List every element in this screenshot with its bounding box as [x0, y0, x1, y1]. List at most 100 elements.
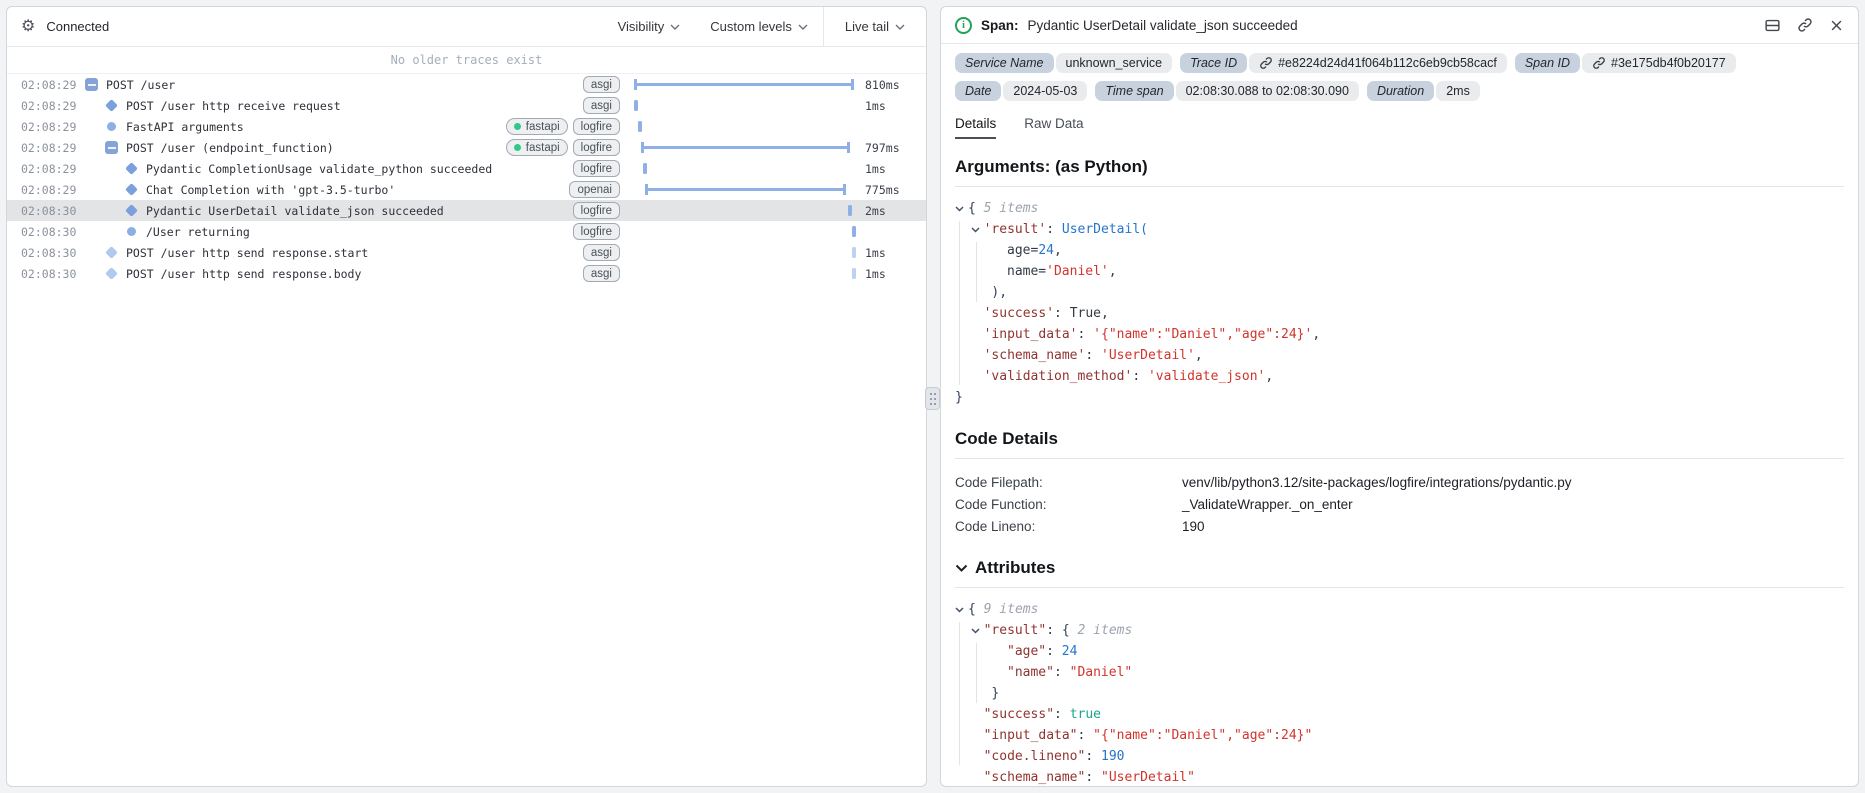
- tab-details[interactable]: Details: [955, 116, 997, 139]
- green-dot-icon: [513, 144, 521, 151]
- code-detail-label: Code Filepath:: [955, 474, 1043, 490]
- code-token: name=: [1007, 264, 1047, 279]
- code-line: age= 24,: [955, 240, 1844, 261]
- duration-tick: [851, 226, 856, 237]
- green-dot-icon: [513, 123, 521, 130]
- trace-row[interactable]: 02:08:30 POST /user http send response.st…: [7, 242, 926, 263]
- link-icon: [1593, 57, 1605, 69]
- live-tail-cell: Live tail: [822, 7, 926, 46]
- tag-label: openai: [577, 183, 612, 196]
- duration-bar: [634, 79, 854, 90]
- tag-logfire[interactable]: logfire: [572, 160, 620, 177]
- app-root: ⚙ Connected Visibility Custom levels Liv…: [0, 0, 1865, 793]
- code-token: :: [1054, 306, 1070, 321]
- settings-gear-icon[interactable]: ⚙: [21, 18, 35, 35]
- span-label: POST /user: [106, 77, 176, 92]
- tag-asgi[interactable]: asgi: [582, 97, 620, 114]
- tag-fastapi[interactable]: fastapi: [505, 139, 568, 156]
- trace-tree-cell: POST /user http send response.start: [85, 246, 368, 260]
- trace-row[interactable]: 02:08:30 Pydantic UserDetail validate_jso…: [7, 200, 926, 221]
- no-older-traces-message: No older traces exist: [7, 47, 926, 74]
- copy-link-icon[interactable]: [1797, 17, 1813, 33]
- tag-asgi[interactable]: asgi: [582, 265, 620, 282]
- code-token: 'validation_method': [983, 369, 1133, 384]
- panel-resize-handle[interactable]: [925, 387, 940, 410]
- badge-value[interactable]: #3e175db4f0b20177: [1582, 53, 1736, 73]
- collapse-caret-icon[interactable]: [955, 205, 968, 212]
- info-circle-icon: i: [955, 16, 972, 34]
- code-token: :: [1046, 623, 1062, 638]
- span-diamond-icon: [105, 99, 118, 112]
- badge-value[interactable]: #e8224d24d41f064b112c6eb9cb58cacf: [1249, 53, 1507, 73]
- trace-row[interactable]: 02:08:29 Chat Completion with 'gpt-3.5-tu…: [7, 179, 926, 200]
- trace-timestamp: 02:08:30: [21, 266, 77, 281]
- collapse-minus-icon[interactable]: [105, 141, 118, 154]
- trace-row[interactable]: 02:08:29 Pydantic CompletionUsage validat…: [7, 158, 926, 179]
- indent-guide: [959, 622, 960, 765]
- live-tail-label: Live tail: [844, 19, 889, 34]
- visibility-dropdown[interactable]: Visibility: [603, 7, 696, 46]
- span-label: POST /user http send response.body: [126, 266, 362, 281]
- code-token: "code.lineno": [983, 749, 1086, 764]
- tag-label: logfire: [580, 162, 612, 175]
- section-collapse-icon[interactable]: [955, 564, 968, 573]
- trace-tree-cell: /User returning: [85, 225, 250, 239]
- badge-label: Date: [955, 81, 1002, 101]
- tag-group: fastapi logfire: [505, 139, 632, 156]
- badge-value-text: unknown_service: [1065, 56, 1163, 70]
- collapse-caret-icon[interactable]: [955, 606, 968, 613]
- tag-logfire[interactable]: logfire: [572, 139, 620, 156]
- code-line: { 5 items: [955, 198, 1844, 219]
- live-tail-dropdown[interactable]: Live tail: [830, 19, 920, 34]
- duration-bar-cell: [632, 95, 856, 116]
- tag-fastapi[interactable]: fastapi: [505, 118, 568, 135]
- span-diamond-icon: [125, 204, 138, 217]
- tag-asgi[interactable]: asgi: [582, 76, 620, 93]
- tag-group: asgi: [582, 265, 632, 282]
- code-token: :: [1046, 222, 1062, 237]
- trace-row[interactable]: 02:08:30 POST /user http send response.bo…: [7, 263, 926, 284]
- tag-group: logfire: [572, 160, 632, 177]
- tag-openai[interactable]: openai: [569, 181, 620, 198]
- trace-row[interactable]: 02:08:29 POST /user asgi 810ms: [7, 74, 926, 95]
- span-label: Pydantic CompletionUsage validate_python…: [146, 161, 493, 176]
- code-line: 'schema_name': 'UserDetail',: [955, 345, 1844, 366]
- trace-row[interactable]: 02:08:29 POST /user http receive request a…: [7, 95, 926, 116]
- collapse-caret-icon[interactable]: [971, 627, 984, 634]
- code-line: "schema_name": "UserDetail": [955, 767, 1844, 786]
- trace-row[interactable]: 02:08:29 FastAPI arguments fastapi logfire: [7, 116, 926, 137]
- tab-raw-data[interactable]: Raw Data: [1024, 116, 1083, 139]
- code-token: "success": [983, 707, 1055, 722]
- span-label: Chat Completion with 'gpt-3.5-turbo': [146, 182, 396, 197]
- tag-logfire[interactable]: logfire: [572, 223, 620, 240]
- close-icon[interactable]: [1829, 18, 1844, 33]
- collapse-caret-icon[interactable]: [971, 226, 984, 233]
- code-line: "age": 24: [955, 641, 1844, 662]
- tag-label: logfire: [580, 141, 612, 154]
- duration-text: 1ms: [865, 161, 886, 176]
- chevron-down-icon: [670, 24, 680, 30]
- connection-status-group: ⚙ Connected: [21, 18, 109, 35]
- trace-timestamp: 02:08:30: [21, 224, 77, 239]
- trace-timestamp: 02:08:29: [21, 98, 77, 113]
- collapse-minus-icon[interactable]: [85, 78, 98, 91]
- drag-dots-icon: [930, 393, 932, 395]
- code-token: '{"name":"Daniel","age":24}': [1093, 327, 1313, 342]
- span-details-panel: i Span: Pydantic UserDetail validate_jso…: [940, 6, 1859, 787]
- custom-levels-dropdown[interactable]: Custom levels: [695, 7, 823, 46]
- code-token: }: [991, 686, 1000, 701]
- badge-label: Duration: [1366, 81, 1435, 101]
- trace-row[interactable]: 02:08:29 POST /user (endpoint_function) fa…: [7, 137, 926, 158]
- tag-logfire[interactable]: logfire: [572, 118, 620, 135]
- tag-asgi[interactable]: asgi: [582, 244, 620, 261]
- code-token: :: [1046, 644, 1062, 659]
- badge-service-name: Service Name unknown_service: [955, 53, 1173, 73]
- trace-row[interactable]: 02:08:30/User returning logfire: [7, 221, 926, 242]
- dock-panel-icon[interactable]: [1764, 17, 1781, 34]
- code-token: 'Daniel': [1046, 264, 1109, 279]
- tag-logfire[interactable]: logfire: [572, 202, 620, 219]
- code-token: {: [968, 602, 976, 617]
- duration-tick: [643, 163, 648, 174]
- span-details-body: Service Name unknown_service Trace ID #e822…: [941, 44, 1858, 786]
- badge-trace-id: Trace ID #e8224d24d41f064b112c6eb9cb58cac…: [1180, 53, 1507, 73]
